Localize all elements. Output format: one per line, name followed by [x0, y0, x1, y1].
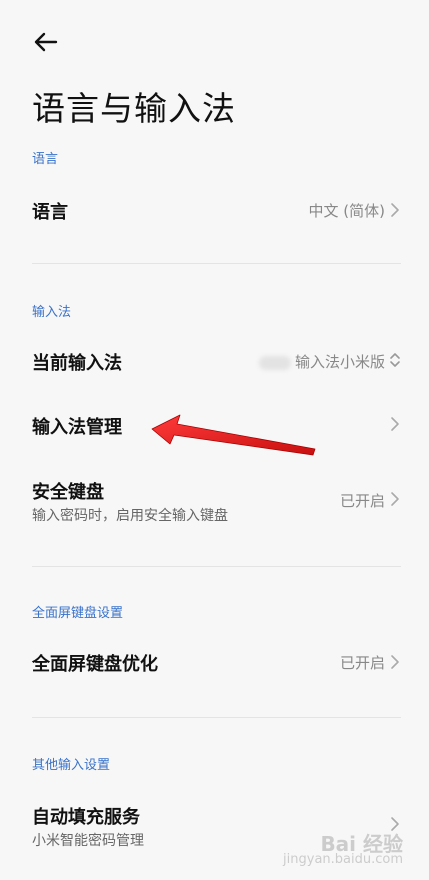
input-method-manage-row[interactable]: 输入法管理: [0, 396, 429, 456]
divider: [32, 263, 401, 264]
secure-keyboard-row[interactable]: 安全键盘 输入密码时，启用安全输入键盘 已开启: [0, 470, 429, 532]
language-row-value: 中文 (简体): [308, 202, 385, 220]
page-title: 语言与输入法: [32, 89, 236, 128]
autofill-service-subtitle: 小米智能密码管理: [32, 833, 144, 849]
chevron-right-icon: [391, 655, 399, 669]
secure-keyboard-value: 已开启: [339, 492, 385, 510]
language-row-title: 语言: [32, 202, 68, 223]
fullscreen-keyboard-optimize-value: 已开启: [339, 654, 385, 672]
watermark-logo-text: Bai 经验: [320, 832, 403, 856]
section-label-input-method: 输入法: [32, 305, 72, 320]
input-method-manage-title: 输入法管理: [32, 417, 122, 438]
watermark: Bai 经验 jingyan.baidu.com: [283, 832, 403, 868]
current-input-method-value-wrap: 输入法小米版: [258, 351, 385, 372]
secure-keyboard-title: 安全键盘: [32, 482, 104, 503]
redacted-blur: [258, 355, 291, 370]
section-label-language: 语言: [32, 152, 59, 167]
autofill-service-title: 自动填充服务: [32, 807, 140, 828]
chevron-right-icon: [391, 417, 399, 431]
language-row[interactable]: 语言 中文 (简体): [0, 180, 429, 240]
chevron-right-icon: [391, 203, 399, 217]
chevron-right-icon: [391, 492, 399, 506]
watermark-url: jingyan.baidu.com: [283, 852, 403, 867]
back-arrow-icon[interactable]: [30, 28, 62, 56]
current-input-method-value: 输入法小米版: [294, 353, 385, 371]
chevron-right-icon: [391, 817, 399, 831]
fullscreen-keyboard-optimize-title: 全面屏键盘优化: [32, 654, 158, 675]
current-input-method-title: 当前输入法: [32, 353, 122, 374]
fullscreen-keyboard-optimize-row[interactable]: 全面屏键盘优化 已开启: [0, 632, 429, 692]
divider: [32, 717, 401, 718]
current-input-method-row[interactable]: 当前输入法 输入法小米版: [0, 332, 429, 392]
section-label-other-input: 其他输入设置: [32, 758, 111, 773]
secure-keyboard-subtitle: 输入密码时，启用安全输入键盘: [32, 508, 228, 524]
divider: [32, 566, 401, 567]
section-label-fullscreen-keyboard: 全面屏键盘设置: [32, 606, 124, 621]
chevron-up-down-icon: [390, 353, 400, 367]
